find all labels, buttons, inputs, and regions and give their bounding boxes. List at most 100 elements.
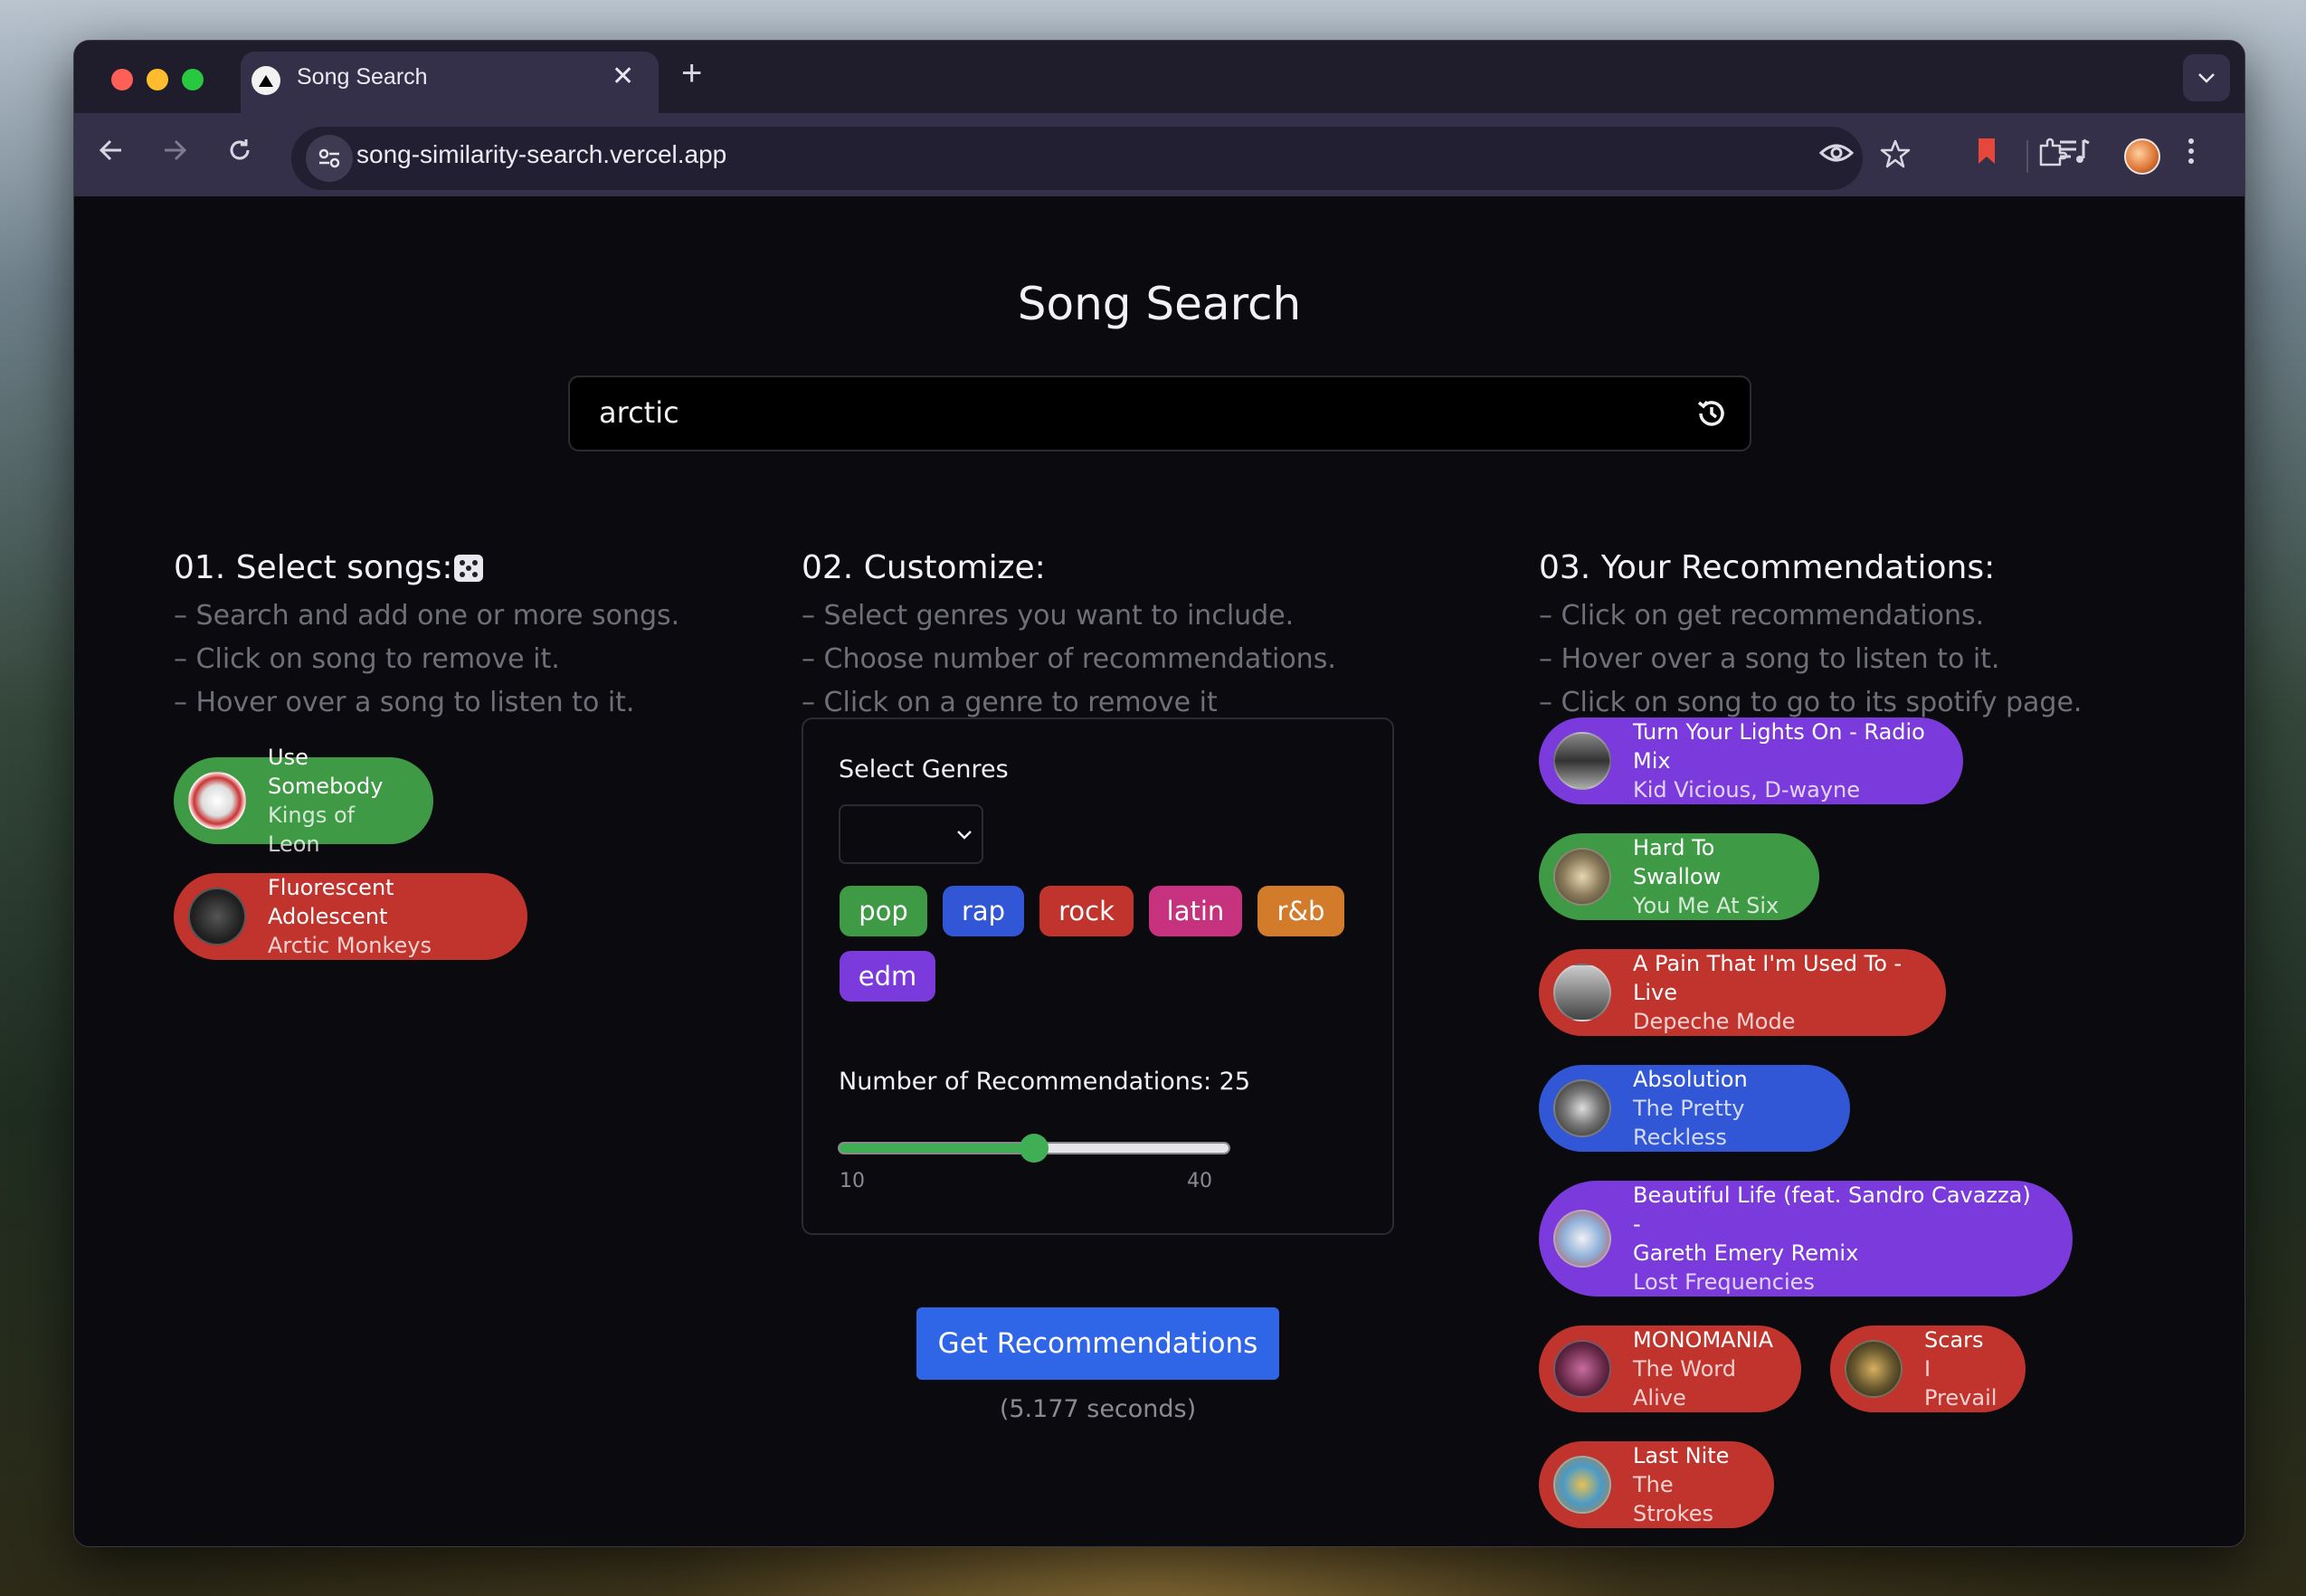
slider-thumb[interactable]: [1020, 1134, 1049, 1163]
genre-tag-edm[interactable]: edm: [840, 951, 935, 1002]
site-info-button[interactable]: [306, 135, 353, 182]
recommended-song[interactable]: Absolution The Pretty Reckless: [1539, 1065, 1850, 1152]
eye-icon: [1818, 144, 1855, 162]
genre-select-dropdown[interactable]: [839, 804, 983, 864]
instruction-line: – Select genres you want to include.: [802, 600, 1295, 632]
song-artist: Kid Vicious, D-wayne: [1633, 777, 1861, 803]
song-title: A Pain That I'm Used To - Live: [1633, 951, 1903, 1005]
select-songs-heading: 01. Select songs:: [174, 549, 453, 586]
song-title: Turn Your Lights On - Radio Mix: [1633, 719, 1925, 774]
num-recommendations-label: Number of Recommendations: 25: [839, 1068, 1251, 1096]
customize-instructions: – Select genres you want to include. – C…: [802, 594, 1336, 725]
album-art: [1553, 1340, 1611, 1398]
chevron-down-icon: [956, 822, 973, 846]
album-art: [1553, 732, 1611, 790]
url-text[interactable]: song-similarity-search.vercel.app: [356, 140, 726, 169]
reload-icon: [230, 139, 250, 160]
album-art: [1553, 1079, 1611, 1137]
star-icon: [1880, 139, 1911, 168]
instruction-line: – Click on get recommendations.: [1539, 600, 1985, 632]
random-dice-icon: [454, 555, 483, 582]
browser-menu-button[interactable]: [2186, 137, 2197, 170]
slider-max-label: 40: [1187, 1170, 1212, 1192]
song-title-line-1: Beautiful Life (feat. Sandro Cavazza) -: [1633, 1183, 2031, 1237]
recommended-song[interactable]: Last Nite The Strokes: [1539, 1441, 1774, 1528]
album-art: [1553, 1456, 1611, 1514]
album-art: [1845, 1340, 1903, 1398]
back-button[interactable]: [98, 137, 125, 169]
album-art: [188, 888, 246, 945]
tab-search-button[interactable]: [2183, 54, 2230, 101]
song-title: Hard To Swallow: [1633, 835, 1722, 889]
tab-strip: Song Search ✕ +: [74, 41, 2244, 113]
instruction-line: – Hover over a song to listen to it.: [1539, 643, 2000, 675]
genre-tag-latin[interactable]: latin: [1149, 886, 1242, 936]
recommendations-heading: 03. Your Recommendations:: [1539, 549, 1996, 586]
minimize-window-button[interactable]: [147, 69, 168, 90]
song-search-input[interactable]: arctic: [568, 375, 1751, 451]
tab-title: Song Search: [297, 64, 428, 90]
dice-icon[interactable]: [451, 549, 487, 585]
genre-tag-rap[interactable]: rap: [943, 886, 1024, 936]
slider-min-label: 10: [840, 1170, 865, 1192]
song-artist: I Prevail: [1924, 1356, 1998, 1411]
selected-song[interactable]: Fluorescent Adolescent Arctic Monkeys: [174, 873, 527, 960]
recommended-song[interactable]: Beautiful Life (feat. Sandro Cavazza) - …: [1539, 1181, 2073, 1297]
close-window-button[interactable]: [111, 69, 133, 90]
song-title: Scars: [1924, 1327, 1984, 1353]
history-icon[interactable]: [1690, 392, 1733, 435]
song-title: Last Nite: [1633, 1443, 1730, 1468]
song-artist: The Strokes: [1633, 1472, 1713, 1526]
selected-song[interactable]: Use Somebody Kings of Leon: [174, 745, 433, 857]
arrow-left-icon: [99, 139, 121, 161]
bookmark-star-icon[interactable]: [1880, 138, 1911, 174]
page-title: Song Search: [1017, 278, 1302, 330]
album-art: [1553, 1210, 1611, 1268]
genre-tag-rnb[interactable]: r&b: [1257, 886, 1344, 936]
song-title: MONOMANIA: [1633, 1327, 1774, 1353]
recommended-song[interactable]: Hard To Swallow You Me At Six: [1539, 833, 1819, 920]
bookmark-icon: [1979, 138, 1995, 164]
album-art: [1553, 964, 1611, 1021]
media-controls-button[interactable]: [2058, 137, 2091, 170]
new-tab-button[interactable]: +: [681, 53, 702, 94]
genre-tag-rock[interactable]: rock: [1039, 886, 1134, 936]
song-artist: The Pretty Reckless: [1633, 1096, 1745, 1150]
song-title: Fluorescent Adolescent: [268, 875, 394, 929]
zoom-window-button[interactable]: [182, 69, 204, 90]
arrow-right-icon: [165, 139, 187, 161]
customize-heading: 02. Customize:: [802, 549, 1046, 586]
song-title: Use Somebody: [268, 745, 384, 799]
album-art: [1553, 848, 1611, 906]
more-vert-icon: [2188, 138, 2194, 164]
select-songs-instructions: – Search and add one or more songs. – Cl…: [174, 594, 679, 725]
reading-mode-icon[interactable]: [1818, 138, 1855, 172]
tune-icon: [318, 148, 340, 168]
slider-fill: [840, 1144, 1036, 1153]
history-clock-icon: [1697, 400, 1724, 426]
recommended-song[interactable]: Turn Your Lights On - Radio Mix Kid Vici…: [1539, 717, 1963, 804]
toolbar-divider: [2026, 140, 2028, 173]
reload-button[interactable]: [226, 137, 253, 169]
recommended-song[interactable]: Scars I Prevail: [1830, 1325, 2026, 1412]
instruction-line: – Choose number of recommendations.: [802, 643, 1336, 675]
profile-avatar[interactable]: [2124, 138, 2160, 175]
song-artist: Depeche Mode: [1633, 1009, 1796, 1034]
song-artist: The Word Alive: [1633, 1356, 1736, 1411]
search-input-value[interactable]: arctic: [599, 395, 679, 430]
album-art: [188, 772, 246, 830]
genre-tag-pop[interactable]: pop: [840, 886, 927, 936]
instruction-line: – Search and add one or more songs.: [174, 600, 680, 632]
recommended-song[interactable]: MONOMANIA The Word Alive: [1539, 1325, 1801, 1412]
bookmark-extension-icon[interactable]: [1976, 137, 1998, 170]
get-recommendations-button[interactable]: Get Recommendations: [916, 1307, 1279, 1380]
tab-close-icon[interactable]: ✕: [612, 61, 634, 92]
tab-favicon-icon: [251, 66, 280, 95]
music-queue-icon: [2060, 138, 2090, 163]
forward-button[interactable]: [161, 137, 188, 169]
browser-window: Song Search ✕ + song-similarity-search.v…: [73, 40, 2245, 1547]
song-artist: You Me At Six: [1633, 893, 1779, 918]
song-artist: Kings of Leon: [268, 803, 356, 857]
recommended-song[interactable]: A Pain That I'm Used To - Live Depeche M…: [1539, 949, 1946, 1036]
instruction-line: – Hover over a song to listen to it.: [174, 687, 635, 718]
